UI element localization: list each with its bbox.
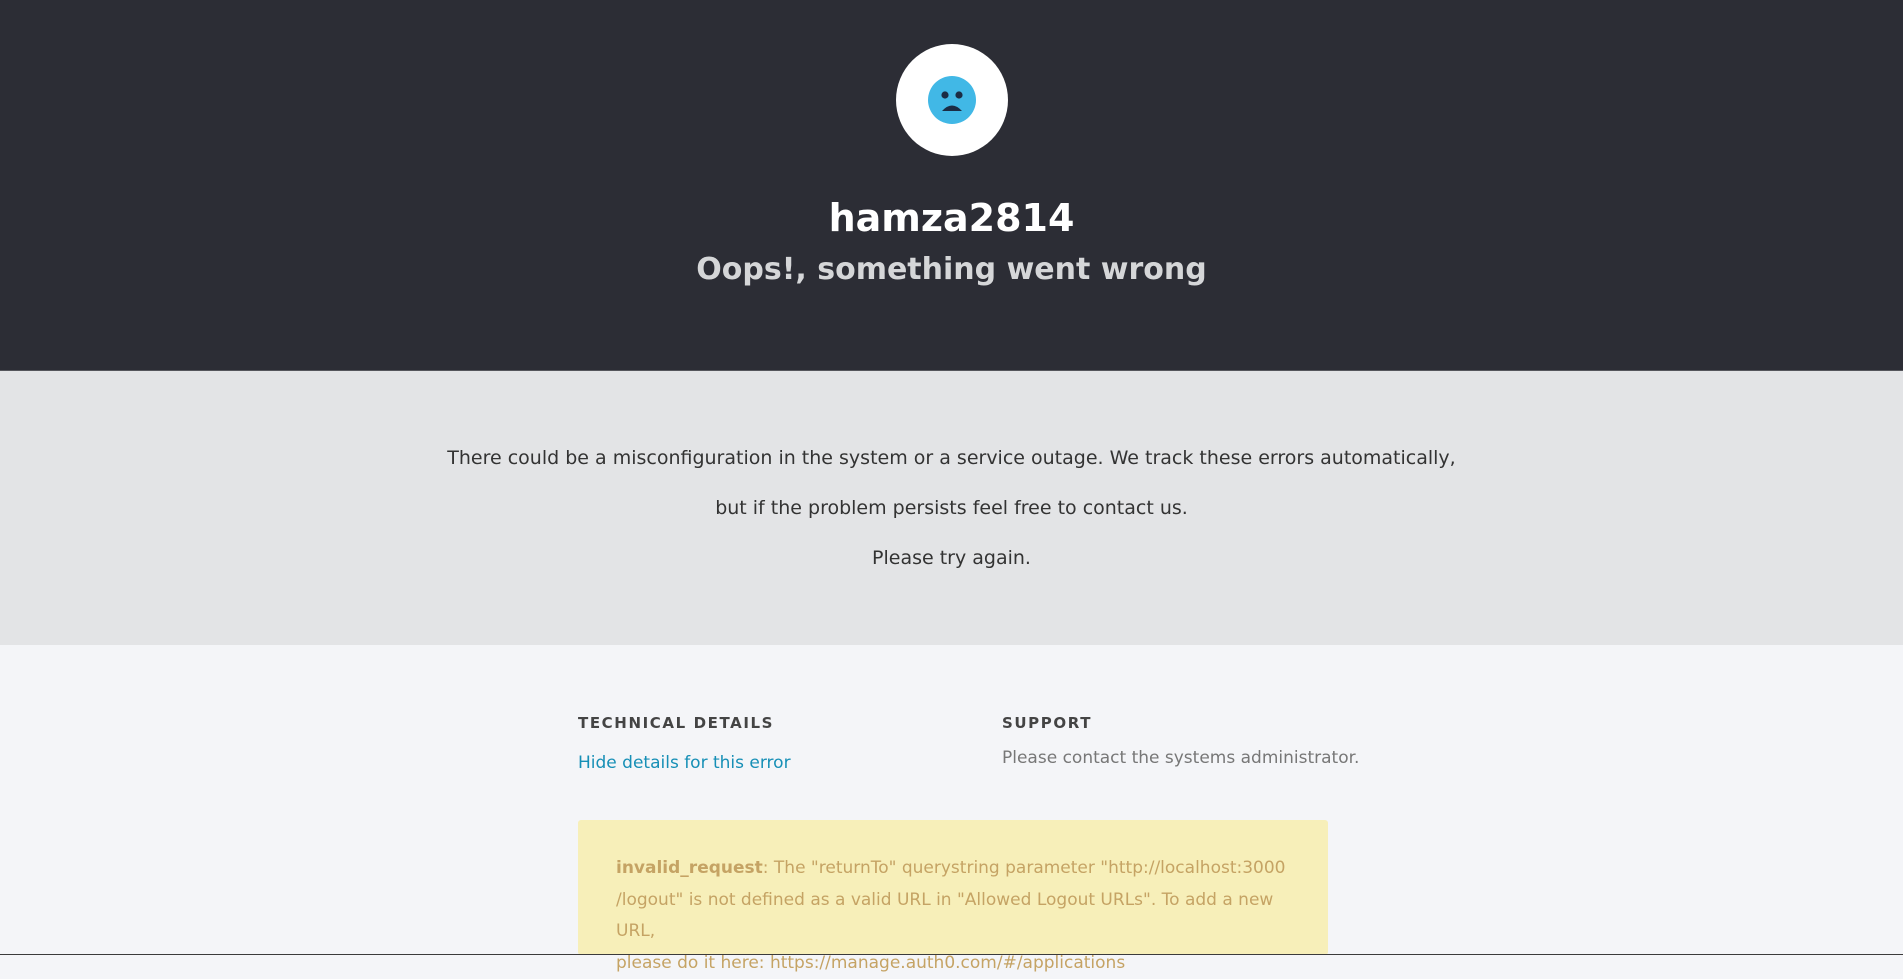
- logo-badge: [896, 44, 1008, 156]
- tenant-name: hamza2814: [828, 196, 1075, 240]
- message-line-1: There could be a misconfiguration in the…: [447, 447, 1456, 469]
- error-code: invalid_request: [616, 858, 763, 878]
- hide-details-link[interactable]: Hide details for this error: [578, 751, 791, 775]
- message-line-2: but if the problem persists feel free to…: [715, 497, 1188, 519]
- technical-details-title: TECHNICAL DETAILS: [578, 714, 775, 732]
- message-line-3: Please try again.: [872, 547, 1031, 569]
- support-text: Please contact the systems administrator…: [1002, 748, 1360, 768]
- sad-face-icon: [928, 76, 976, 124]
- support-title: SUPPORT: [1002, 714, 1093, 732]
- details-section: TECHNICAL DETAILS Hide details for this …: [0, 645, 1903, 973]
- error-line-3: please do it here: https://manage.auth0.…: [616, 952, 1126, 973]
- error-line-1: : The "returnTo" querystring parameter "…: [762, 858, 1286, 878]
- error-details-text: invalid_request: The "returnTo" querystr…: [616, 853, 1296, 979]
- error-details-box: invalid_request: The "returnTo" querystr…: [578, 820, 1328, 973]
- error-message-panel: There could be a misconfiguration in the…: [0, 371, 1903, 645]
- error-header: hamza2814 Oops!, something went wrong: [0, 0, 1903, 371]
- error-line-2: /logout" is not defined as a valid URL i…: [616, 889, 1274, 942]
- error-headline: Oops!, something went wrong: [696, 252, 1207, 287]
